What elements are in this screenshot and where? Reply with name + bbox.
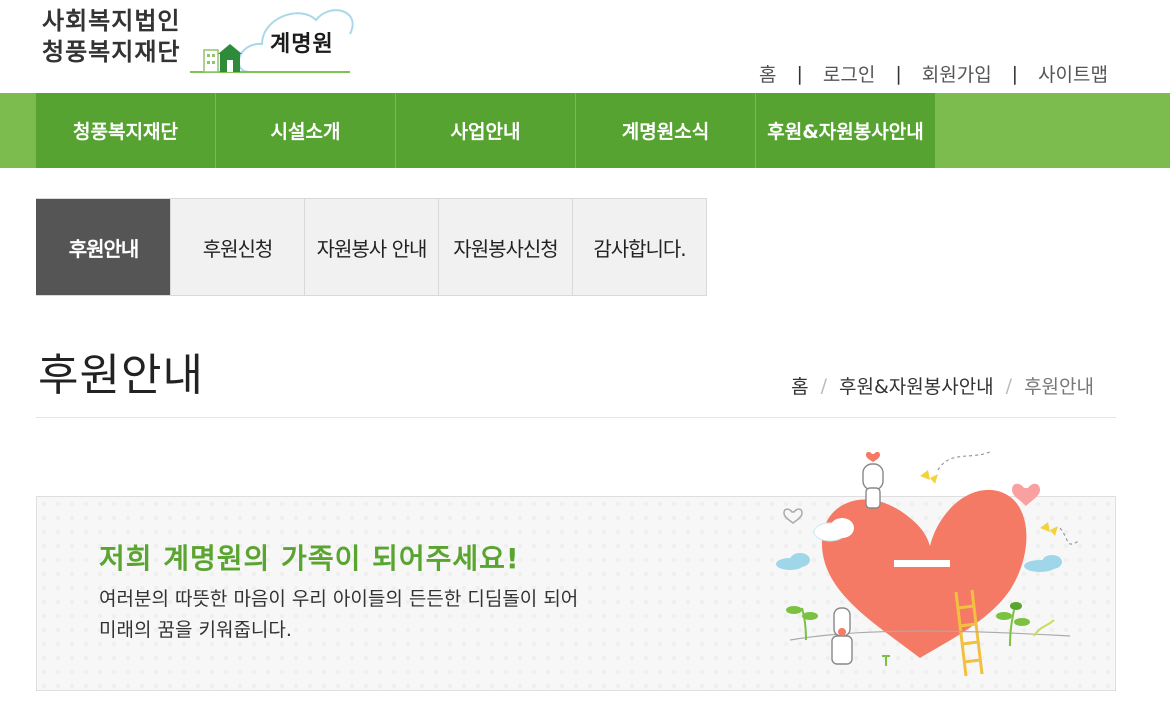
nav-item-business[interactable]: 사업안내 <box>396 93 576 168</box>
heart-illustration-icon <box>776 451 1081 677</box>
breadcrumb: 홈 / 후원&자원봉사안내 / 후원안내 <box>791 372 1094 399</box>
sub-tabs: 후원안내 후원신청 자원봉사 안내 자원봉사신청 감사합니다. <box>36 198 707 296</box>
breadcrumb-home[interactable]: 홈 <box>791 372 808 399</box>
divider: | <box>895 62 902 85</box>
tab-donation-info[interactable]: 후원안내 <box>36 199 170 295</box>
nav-item-foundation[interactable]: 청풍복지재단 <box>36 93 216 168</box>
nav-item-news[interactable]: 계명원소식 <box>576 93 756 168</box>
tab-volunteer-apply[interactable]: 자원봉사신청 <box>438 199 572 295</box>
util-sitemap-link[interactable]: 사이트맵 <box>1038 60 1108 87</box>
util-login-link[interactable]: 로그인 <box>823 60 875 87</box>
nav-item-support[interactable]: 후원&자원봉사안내 <box>756 93 935 168</box>
breadcrumb-separator: / <box>820 374 827 397</box>
banner-text: 여러분의 따뜻한 마음이 우리 아이들의 든든한 디딤돌이 되어 미래의 꿈을 … <box>99 584 578 646</box>
breadcrumb-separator: / <box>1005 374 1013 397</box>
util-home-link[interactable]: 홈 <box>759 60 776 87</box>
main-nav-bar: 청풍복지재단 시설소개 사업안내 계명원소식 후원&자원봉사안내 <box>0 93 1170 168</box>
main-nav: 청풍복지재단 시설소개 사업안내 계명원소식 후원&자원봉사안내 <box>36 93 935 168</box>
breadcrumb-section[interactable]: 후원&자원봉사안내 <box>839 372 994 399</box>
organization-name: 사회복지법인 청풍복지재단 <box>42 6 180 68</box>
tab-volunteer-info[interactable]: 자원봉사 안내 <box>304 199 438 295</box>
org-line-2: 청풍복지재단 <box>42 38 181 66</box>
banner-line-2: 미래의 꿈을 키워줍니다. <box>99 619 292 641</box>
page-title: 후원안내 <box>38 350 204 401</box>
banner-line-1: 여러분의 따뜻한 마음이 우리 아이들의 든든한 디딤돌이 되어 <box>99 588 579 610</box>
nav-item-facility[interactable]: 시설소개 <box>216 93 396 168</box>
tab-donation-apply[interactable]: 후원신청 <box>170 199 304 295</box>
banner-headline: 저희 계명원의 가족이 되어주세요! <box>99 542 520 575</box>
utility-nav: 홈 | 로그인 | 회원가입 | 사이트맵 <box>759 60 1108 87</box>
tab-thanks[interactable]: 감사합니다. <box>572 199 706 295</box>
title-divider <box>36 417 1116 418</box>
breadcrumb-current: 후원안내 <box>1024 376 1094 398</box>
divider: | <box>796 62 803 85</box>
org-line-1: 사회복지법인 <box>42 7 181 35</box>
util-signup-link[interactable]: 회원가입 <box>922 60 992 87</box>
divider: | <box>1011 62 1019 85</box>
logo-brand: 계명원 <box>270 32 334 57</box>
